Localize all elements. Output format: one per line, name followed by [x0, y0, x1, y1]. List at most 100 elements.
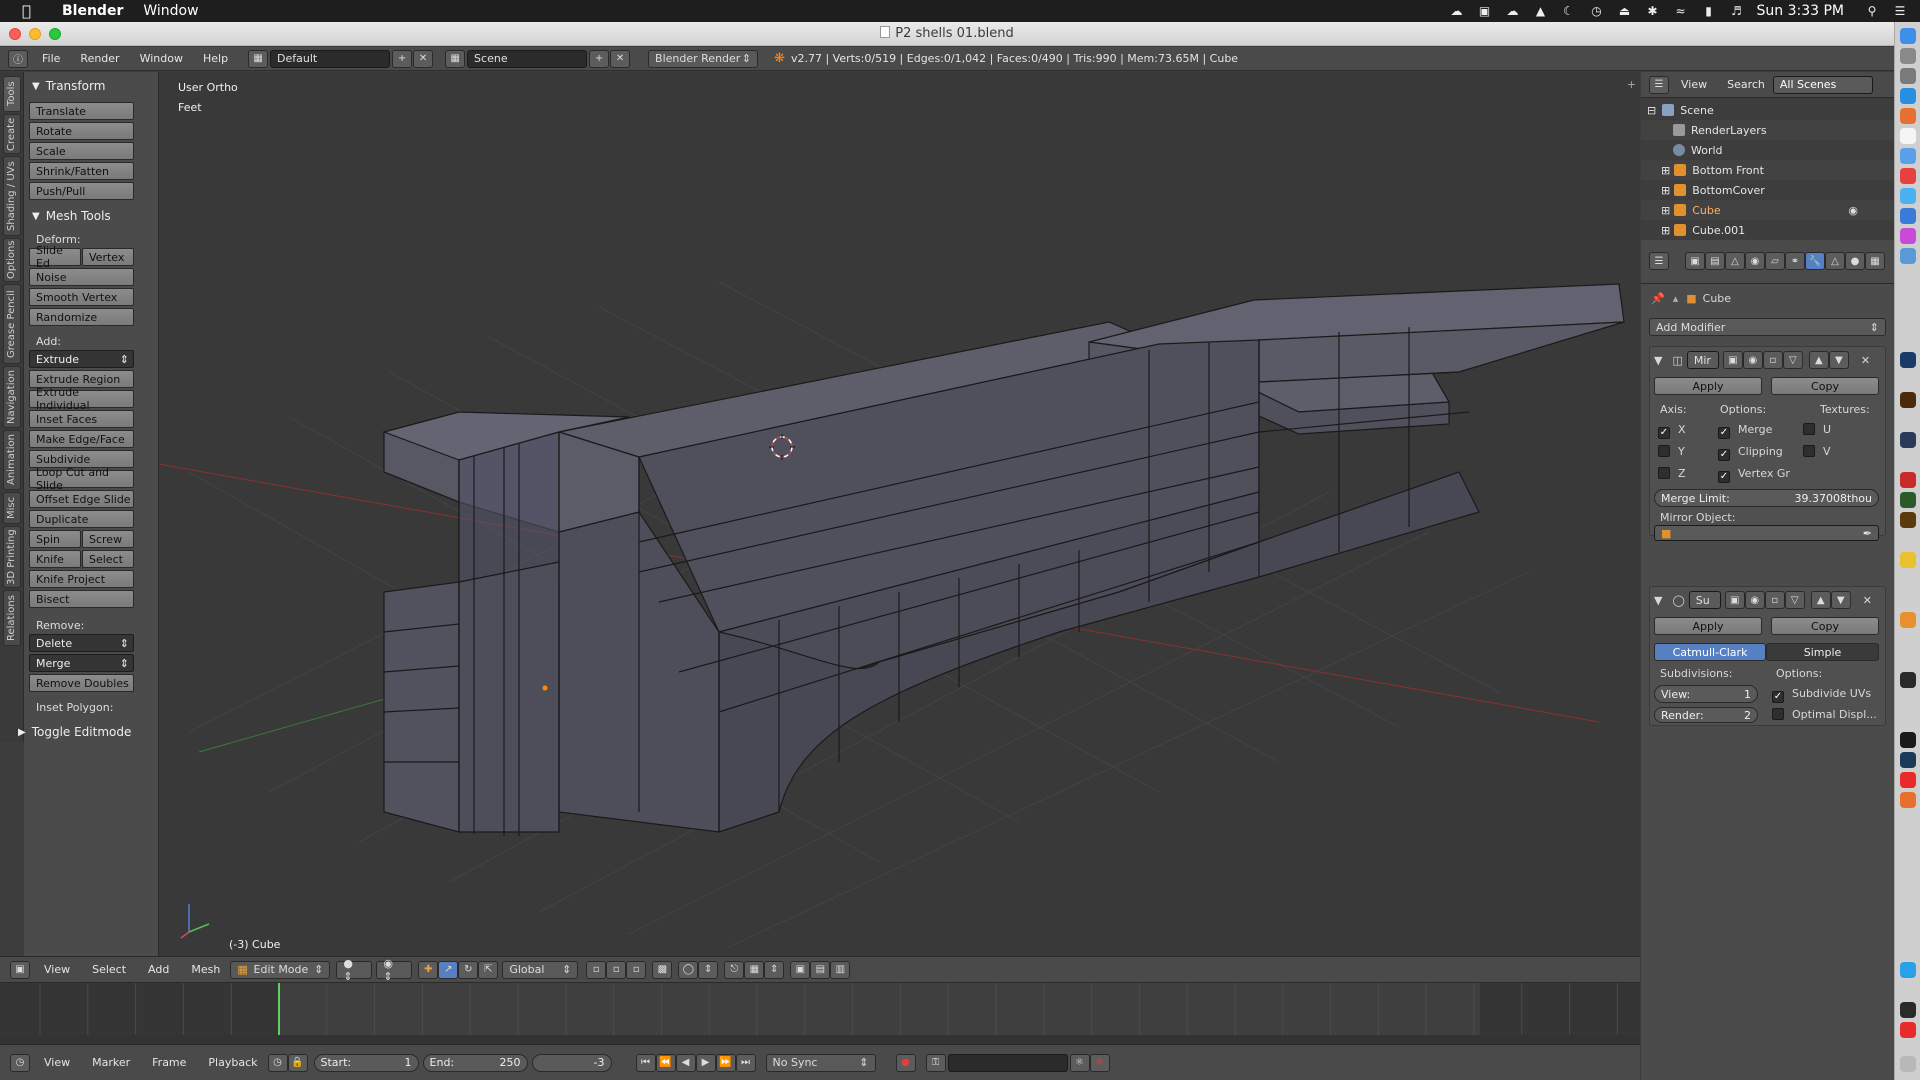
- mode-dropdown[interactable]: ▦ Edit Mode ⇕: [230, 960, 331, 979]
- blender-icon[interactable]: [1900, 612, 1916, 628]
- texture-u-checkbox[interactable]: U: [1803, 423, 1831, 436]
- axis-z-checkbox[interactable]: Z: [1658, 467, 1686, 480]
- menu-view[interactable]: View: [44, 963, 70, 976]
- pin-icon[interactable]: 📌: [1651, 292, 1665, 305]
- on-cage-icon[interactable]: ▽: [1782, 351, 1803, 369]
- app-store-icon[interactable]: [1900, 208, 1916, 224]
- clipping-checkbox[interactable]: ✓ Clipping: [1718, 445, 1783, 461]
- merge-dropdown[interactable]: Merge ⇕: [29, 654, 134, 672]
- jump-end-icon[interactable]: ⏭: [735, 1053, 756, 1072]
- merge-checkbox[interactable]: ✓ Merge: [1718, 423, 1772, 439]
- notes-icon[interactable]: [1900, 128, 1916, 144]
- mesh-tools-panel-header[interactable]: ▼ Mesh Tools: [24, 206, 158, 226]
- manipulator-toggle-icon[interactable]: ✚: [418, 960, 439, 979]
- vertex-groups-checkbox[interactable]: ✓ Vertex Gr: [1718, 467, 1790, 483]
- sync-mode-dropdown[interactable]: No Sync ⇕: [765, 1053, 876, 1072]
- catmull-clark-toggle[interactable]: Catmull-Clark: [1654, 643, 1766, 661]
- on-cage-icon[interactable]: ▽: [1784, 591, 1805, 609]
- rotate-manipulator-icon[interactable]: ↻: [458, 960, 479, 979]
- transform-panel-header[interactable]: ▼ Transform: [24, 76, 158, 96]
- duplicate-button[interactable]: Duplicate: [29, 510, 134, 528]
- eye-icon[interactable]: ◉: [1848, 204, 1858, 217]
- outliner[interactable]: ⊟ Scene RenderLayers World ⊞ Bottom Front …: [1641, 98, 1894, 238]
- auto-keying-icon[interactable]: ●: [895, 1053, 916, 1072]
- bisect-button[interactable]: Bisect: [29, 590, 134, 608]
- mirror-copy-button[interactable]: Copy: [1771, 377, 1879, 395]
- scale-button[interactable]: Scale: [29, 142, 134, 160]
- acrobat-icon[interactable]: [1900, 472, 1916, 488]
- optimal-display-checkbox[interactable]: Optimal Displ...: [1772, 708, 1877, 721]
- translate-manipulator-icon[interactable]: ↗: [438, 960, 459, 979]
- next-keyframe-icon[interactable]: ⏩: [715, 1053, 736, 1072]
- rotate-button[interactable]: Rotate: [29, 122, 134, 140]
- terminal-icon[interactable]: [1900, 672, 1916, 688]
- eyedropper-icon[interactable]: ✒: [1863, 527, 1872, 540]
- delete-dropdown[interactable]: Delete ⇕: [29, 634, 134, 652]
- object-tab-icon[interactable]: ▱: [1765, 252, 1785, 270]
- editmode-visibility-icon[interactable]: ▫: [1762, 351, 1783, 369]
- viewport-corner-plus-icon[interactable]: +: [1627, 78, 1636, 91]
- push-pull-button[interactable]: Push/Pull: [29, 182, 134, 200]
- editmode-cage-icon[interactable]: ▣: [1722, 351, 1743, 369]
- menu-add[interactable]: Add: [148, 963, 169, 976]
- material-tab-icon[interactable]: ●: [1845, 252, 1865, 270]
- editmode-cage-icon[interactable]: ▣: [1724, 591, 1745, 609]
- offset-edge-slide-button[interactable]: Offset Edge Slide: [29, 490, 134, 508]
- mail-icon[interactable]: [1900, 148, 1916, 164]
- move-down-icon[interactable]: ▼: [1828, 351, 1849, 369]
- outliner-item-bottomcover[interactable]: ⊞ BottomCover: [1641, 180, 1894, 200]
- subsurf-name-field[interactable]: Su: [1688, 591, 1721, 609]
- cloud-icon[interactable]: ☁: [1505, 4, 1521, 18]
- 3d-viewport[interactable]: User Ortho Feet (-3) Cube +: [159, 72, 1640, 956]
- bridge-icon[interactable]: [1900, 512, 1916, 528]
- timeline[interactable]: -50-40-30-20-100102030405060708090100110…: [0, 982, 1640, 1044]
- outliner-item-cube-001[interactable]: ⊞ Cube.001: [1641, 220, 1894, 238]
- render-animation-icon[interactable]: ▤: [810, 960, 831, 979]
- launchpad-icon[interactable]: [1900, 48, 1916, 64]
- add-layout-icon[interactable]: +: [392, 49, 413, 68]
- proportional-falloff-icon[interactable]: ⇕: [698, 960, 719, 979]
- finder-icon[interactable]: [1900, 28, 1916, 44]
- muse-icon[interactable]: [1900, 492, 1916, 508]
- menu-help[interactable]: Help: [203, 52, 228, 65]
- mirror-object-field[interactable]: ■ ✒: [1654, 525, 1879, 541]
- play-icon[interactable]: ▶: [695, 1053, 716, 1072]
- insert-keyframe-icon[interactable]: ⚛: [1069, 1053, 1090, 1072]
- add-scene-icon[interactable]: +: [589, 49, 610, 68]
- menu-marker[interactable]: Marker: [92, 1056, 130, 1069]
- start-frame-field[interactable]: Start: 1: [313, 1053, 419, 1072]
- slide-edge-button[interactable]: Slide Ed: [29, 244, 81, 270]
- render-tab-icon[interactable]: ▣: [1685, 252, 1705, 270]
- screen-layout-field[interactable]: Default: [270, 49, 391, 68]
- outliner-item-renderlayers[interactable]: RenderLayers: [1641, 120, 1894, 140]
- expand-icon[interactable]: ⊞: [1661, 204, 1670, 217]
- menu-view[interactable]: View: [44, 1056, 70, 1069]
- viewport-editor-type-icon[interactable]: ▣: [10, 960, 30, 979]
- remove-layout-icon[interactable]: ✕: [413, 49, 434, 68]
- move-down-icon[interactable]: ▼: [1830, 591, 1851, 609]
- itunes-icon[interactable]: [1900, 228, 1916, 244]
- shrink-fatten-button[interactable]: Shrink/Fatten: [29, 162, 134, 180]
- menu-file[interactable]: File: [42, 52, 60, 65]
- mirror-name-field[interactable]: Mir: [1686, 351, 1719, 369]
- menu-playback[interactable]: Playback: [208, 1056, 257, 1069]
- view-levels-field[interactable]: View: 1: [1654, 685, 1758, 703]
- menu-mesh[interactable]: Mesh: [191, 963, 220, 976]
- proportional-edit-icon[interactable]: ◯: [678, 960, 699, 979]
- randomize-button[interactable]: Randomize: [29, 308, 134, 326]
- texture-v-checkbox[interactable]: V: [1803, 445, 1831, 458]
- timeline-editor-type-icon[interactable]: ◷: [10, 1053, 30, 1072]
- slide-vertex-button[interactable]: Vertex: [82, 248, 134, 266]
- snap-target-icon[interactable]: ⇕: [764, 960, 785, 979]
- menu-window[interactable]: Window: [140, 52, 183, 65]
- selected-vertex[interactable]: [542, 685, 548, 691]
- app-menu-blender[interactable]: Blender: [62, 3, 123, 19]
- outliner-item-cube[interactable]: ⊞ Cube ◉: [1641, 200, 1894, 220]
- snap-element-icon[interactable]: ▦: [744, 960, 765, 979]
- smooth-vertex-button[interactable]: Smooth Vertex: [29, 288, 134, 306]
- expand-icon[interactable]: ⊞: [1661, 164, 1670, 177]
- expand-icon[interactable]: ⊟: [1647, 104, 1656, 117]
- outliner-item-world[interactable]: World: [1641, 140, 1894, 160]
- bluetooth-icon[interactable]: ✱: [1645, 4, 1661, 18]
- transform-orientation-dropdown[interactable]: Global ⇕: [502, 960, 579, 979]
